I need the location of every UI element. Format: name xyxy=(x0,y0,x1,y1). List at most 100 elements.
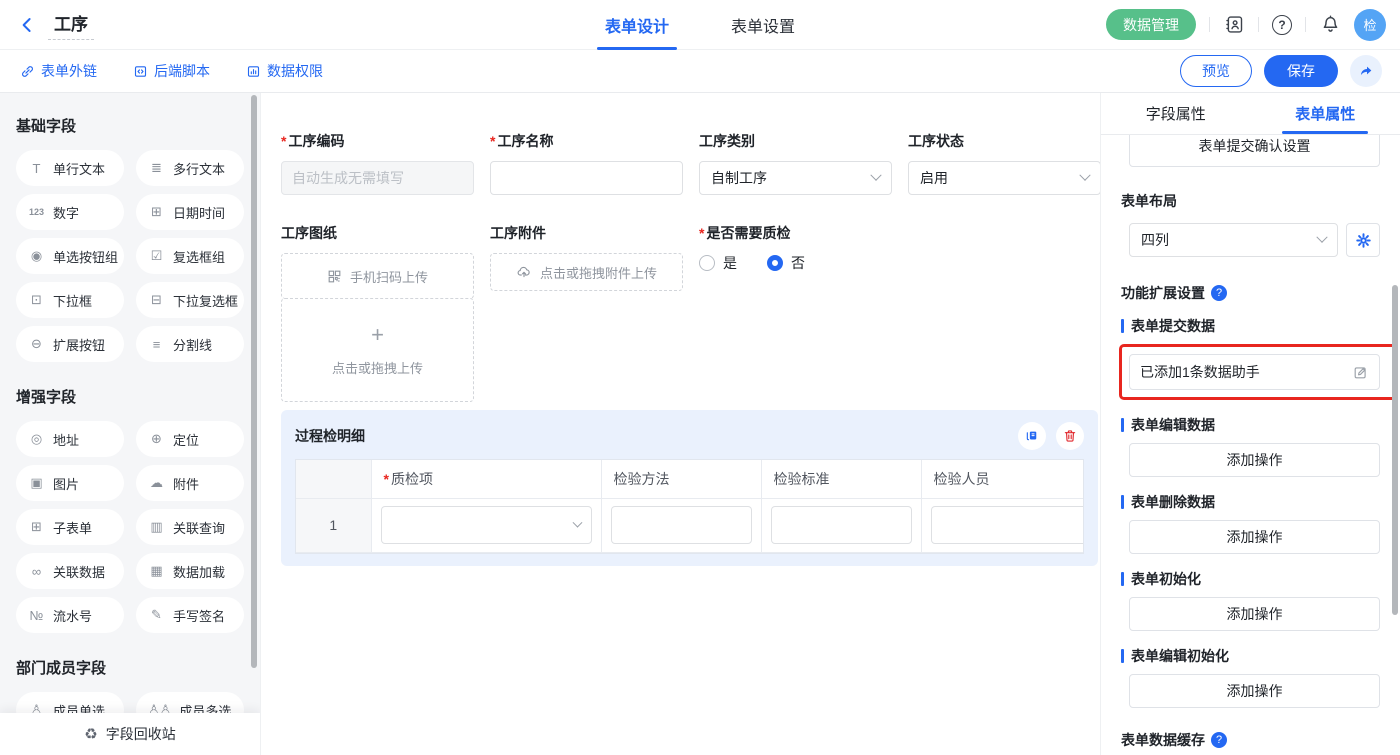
form-design-canvas[interactable]: *工序编码 *工序名称 工序类别 自制工序 工序状态 启用 xyxy=(260,93,1100,755)
tab-form-design[interactable]: 表单设计 xyxy=(605,0,669,50)
contacts-icon[interactable] xyxy=(1223,14,1245,36)
required-mark: * xyxy=(699,225,704,241)
field-item-address[interactable]: ◎地址 xyxy=(16,421,124,457)
field-item-checkbox-group[interactable]: ☑复选框组 xyxy=(136,238,244,274)
field-item-data-load[interactable]: ▦数据加载 xyxy=(136,553,244,589)
share-arrow-icon xyxy=(1358,63,1374,79)
field-item-single-text[interactable]: T单行文本 xyxy=(16,150,124,186)
add-action-button-edit-data[interactable]: 添加操作 xyxy=(1129,443,1380,477)
image-icon: ▣ xyxy=(28,475,45,491)
field-process-attachment[interactable]: 工序附件 点击或拖拽附件上传 xyxy=(490,223,683,291)
standard-input[interactable] xyxy=(771,506,912,544)
field-item-dropdown[interactable]: ⊡下拉框 xyxy=(16,282,124,318)
drawing-upload-dropzone[interactable]: + 点击或拖拽上传 xyxy=(281,298,474,402)
field-item-datetime[interactable]: ⊞日期时间 xyxy=(136,194,244,230)
help-badge-icon[interactable]: ? xyxy=(1211,732,1227,748)
save-button[interactable]: 保存 xyxy=(1264,55,1338,87)
data-manage-button[interactable]: 数据管理 xyxy=(1106,9,1196,40)
process-inspection-subtable[interactable]: 过程检明细 xyxy=(281,410,1098,566)
form-data-cache-title: 表单数据缓存 ? xyxy=(1121,730,1380,750)
toolbar-links: 表单外链 后端脚本 数据权限 xyxy=(0,61,323,81)
basic-fields-grid: T单行文本 ≣多行文本 123数字 ⊞日期时间 ◉单选按钮组 ☑复选框组 ⊡下拉… xyxy=(16,150,244,362)
copy-subtable-button[interactable] xyxy=(1018,422,1046,450)
panel-scrollbar[interactable] xyxy=(1392,285,1398,615)
field-item-radio-group[interactable]: ◉单选按钮组 xyxy=(16,238,124,274)
help-badge-icon[interactable]: ? xyxy=(1211,285,1227,301)
subtable-table: *质检项 检验方法 检验标准 检验人员 1 xyxy=(295,459,1084,554)
header-tabs: 表单设计 表单设置 xyxy=(605,0,795,50)
group-title-enhanced-fields: 增强字段 xyxy=(16,386,244,407)
field-item-subform[interactable]: ⊞子表单 xyxy=(16,509,124,545)
field-item-divider[interactable]: ≡分割线 xyxy=(136,326,244,362)
panel-tabs: 字段属性 表单属性 xyxy=(1101,93,1400,135)
tab-field-properties[interactable]: 字段属性 xyxy=(1101,93,1251,134)
index-column-header xyxy=(296,460,371,498)
link-icon xyxy=(20,64,35,79)
help-icon[interactable]: ? xyxy=(1272,15,1292,35)
chevron-down-icon xyxy=(870,170,881,181)
data-load-chart-icon: ▦ xyxy=(148,563,165,579)
column-header-qc-item: *质检项 xyxy=(371,460,601,498)
share-button[interactable] xyxy=(1350,55,1382,87)
radio-group-icon: ◉ xyxy=(28,248,45,264)
attachment-upload-button[interactable]: 点击或拖拽附件上传 xyxy=(490,253,683,291)
field-item-multi-text[interactable]: ≣多行文本 xyxy=(136,150,244,186)
field-item-linked-query[interactable]: ▥关联查询 xyxy=(136,509,244,545)
field-process-name[interactable]: *工序名称 xyxy=(490,131,683,195)
form-layout-select[interactable]: 四列 xyxy=(1129,223,1338,257)
submit-confirm-settings-button[interactable]: 表单提交确认设置 xyxy=(1129,135,1380,167)
user-avatar[interactable]: 检 xyxy=(1354,9,1386,41)
tab-form-properties[interactable]: 表单属性 xyxy=(1251,93,1400,134)
field-item-signature[interactable]: ✎手写签名 xyxy=(136,597,244,633)
back-button[interactable] xyxy=(16,14,38,36)
field-item-linked-data[interactable]: ∞关联数据 xyxy=(16,553,124,589)
field-process-category[interactable]: 工序类别 自制工序 xyxy=(699,131,892,195)
attachment-cloud-icon: ☁ xyxy=(148,475,165,491)
edit-icon[interactable] xyxy=(1352,364,1369,381)
header-right: 数据管理 ? 检 xyxy=(1106,9,1400,41)
subtable-title: 过程检明细 xyxy=(295,426,365,446)
backend-script-link[interactable]: 后端脚本 xyxy=(133,61,210,81)
section-bar xyxy=(1121,319,1124,333)
method-input[interactable] xyxy=(611,506,752,544)
field-process-drawing[interactable]: 工序图纸 手机扫码上传 + 点击或拖拽上传 xyxy=(281,223,474,402)
qc-radio-no[interactable]: 否 xyxy=(767,253,805,273)
layout-settings-button[interactable] xyxy=(1346,223,1380,257)
field-item-attachment[interactable]: ☁附件 xyxy=(136,465,244,501)
add-action-button-edit-init[interactable]: 添加操作 xyxy=(1129,674,1380,708)
add-action-button-init[interactable]: 添加操作 xyxy=(1129,597,1380,631)
qc-item-select[interactable] xyxy=(381,506,592,544)
required-mark: * xyxy=(281,133,286,149)
inspector-input[interactable] xyxy=(931,506,1085,544)
phone-scan-upload[interactable]: 手机扫码上传 xyxy=(281,253,474,299)
preview-button[interactable]: 预览 xyxy=(1180,55,1252,87)
field-item-serial-number[interactable]: №流水号 xyxy=(16,597,124,633)
field-process-status[interactable]: 工序状态 启用 xyxy=(908,131,1100,195)
field-item-extend-button[interactable]: ⊖扩展按钮 xyxy=(16,326,124,362)
field-item-location[interactable]: ⊕定位 xyxy=(136,421,244,457)
page-title[interactable]: 工序 xyxy=(48,10,94,40)
field-item-image[interactable]: ▣图片 xyxy=(16,465,124,501)
data-assistant-entry[interactable]: 已添加1条数据助手 xyxy=(1129,354,1380,390)
notification-bell-icon[interactable] xyxy=(1319,14,1341,36)
process-name-input[interactable] xyxy=(490,161,683,195)
field-process-code[interactable]: *工序编码 xyxy=(281,131,474,195)
column-header-standard: 检验标准 xyxy=(761,460,921,498)
process-status-select[interactable]: 启用 xyxy=(908,161,1100,195)
process-code-input[interactable] xyxy=(281,161,474,195)
tab-form-settings[interactable]: 表单设置 xyxy=(731,0,795,50)
qc-radio-yes[interactable]: 是 xyxy=(699,253,737,273)
field-item-multi-dropdown[interactable]: ⊟下拉复选框 xyxy=(136,282,244,318)
qr-code-icon xyxy=(327,269,342,284)
field-item-number[interactable]: 123数字 xyxy=(16,194,124,230)
field-recycle-bin[interactable]: ♻ 字段回收站 xyxy=(0,713,260,755)
form-external-link[interactable]: 表单外链 xyxy=(20,61,97,81)
data-permission-link[interactable]: 数据权限 xyxy=(246,61,323,81)
sidebar-scrollbar[interactable] xyxy=(251,95,257,668)
process-category-select[interactable]: 自制工序 xyxy=(699,161,892,195)
add-action-button-delete-data[interactable]: 添加操作 xyxy=(1129,520,1380,554)
dropdown-icon: ⊡ xyxy=(28,292,45,308)
sub-toolbar: 表单外链 后端脚本 数据权限 预览 保存 xyxy=(0,50,1400,93)
field-need-qc[interactable]: *是否需要质检 是 否 xyxy=(699,223,892,273)
delete-subtable-button[interactable] xyxy=(1056,422,1084,450)
